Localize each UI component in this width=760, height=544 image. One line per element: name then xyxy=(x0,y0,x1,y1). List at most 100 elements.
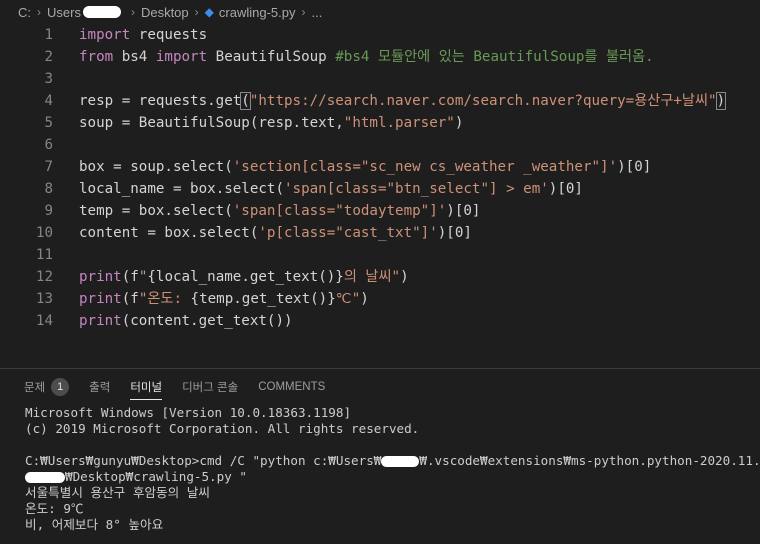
breadcrumb-users[interactable]: Users xyxy=(47,5,81,20)
code-token: resp = requests.get xyxy=(79,93,242,109)
code-text[interactable]: box = soup.select('section[class="sc_new… xyxy=(79,156,651,178)
line-number: 4 xyxy=(44,93,53,109)
tab-terminal[interactable]: 터미널 xyxy=(130,369,162,405)
code-line[interactable]: 7 box = soup.select('section[class="sc_ne… xyxy=(0,156,760,178)
code-line[interactable]: 12 print(f"{local_name.get_text()}의 날씨") xyxy=(0,266,760,288)
code-text[interactable]: print(f"온도: {temp.get_text()}℃") xyxy=(79,288,369,310)
breadcrumb-drive[interactable]: C: xyxy=(18,5,31,20)
redacted-username xyxy=(25,472,65,483)
code-line[interactable]: 9 temp = box.select('span[class="todaytem… xyxy=(0,200,760,222)
code-text[interactable]: content = box.select('p[class="cast_txt"… xyxy=(79,222,472,244)
code-line[interactable]: 13 print(f"온도: {temp.get_text()}℃") xyxy=(0,288,760,310)
tab-debug-console[interactable]: 디버그 콘솔 xyxy=(182,369,238,405)
code-token: {temp.get_text()} xyxy=(190,291,336,307)
tab-label: 터미널 xyxy=(130,382,163,394)
code-line[interactable]: 8 local_name = box.select('span[class="bt… xyxy=(0,178,760,200)
code-token: "온도: xyxy=(138,291,191,307)
code-editor[interactable]: 1 import requests 2 from bs4 import Beautif… xyxy=(0,24,760,364)
terminal-line: C:₩Users₩gunyu₩Desktop>cmd /C "python c:… xyxy=(25,453,760,469)
code-token: (f xyxy=(121,269,139,285)
code-line[interactable]: 4 resp = requests.get("https://search.nav… xyxy=(0,90,760,112)
code-token: 'p[class="cast_txt"]' xyxy=(258,225,438,241)
tab-label: 디버그 콘솔 xyxy=(182,382,239,394)
code-token: soup = BeautifulSoup(resp.text, xyxy=(79,115,344,131)
code-token: "https://search.naver.com/search.naver?q… xyxy=(249,93,717,109)
code-line[interactable]: 5 soup = BeautifulSoup(resp.text,"html.pa… xyxy=(0,112,760,134)
line-number: 9 xyxy=(44,203,53,219)
line-number: 10 xyxy=(35,225,53,241)
terminal-line: ₩Desktop₩crawling-5.py " xyxy=(25,469,760,485)
code-token: import xyxy=(79,27,131,43)
code-token: local_name = box.select( xyxy=(79,181,284,197)
code-line[interactable]: 1 import requests xyxy=(0,24,760,46)
tab-output[interactable]: 출력 xyxy=(89,369,110,405)
code-token: (f xyxy=(121,291,139,307)
problems-count-badge: 1 xyxy=(51,378,70,396)
line-number: 13 xyxy=(35,291,53,307)
code-token: )[0] xyxy=(437,225,472,241)
code-token: temp = box.select( xyxy=(79,203,233,219)
line-number: 8 xyxy=(44,181,53,197)
terminal-text: 서울특별시 용산구 후암동의 날씨 xyxy=(25,485,210,500)
code-text[interactable]: print(f"{local_name.get_text()}의 날씨") xyxy=(79,266,409,288)
terminal-output[interactable]: Microsoft Windows [Version 10.0.18363.11… xyxy=(25,405,760,544)
chevron-right-icon: › xyxy=(130,5,135,19)
line-number: 7 xyxy=(44,159,53,175)
code-token: print xyxy=(79,269,122,285)
terminal-text: (c) 2019 Microsoft Corporation. All righ… xyxy=(25,421,420,436)
code-text[interactable]: local_name = box.select('span[class="btn… xyxy=(79,178,583,200)
code-token: 'span[class="btn_select"] > em' xyxy=(284,181,549,197)
code-line[interactable]: 6 xyxy=(0,134,760,156)
code-line[interactable]: 3 xyxy=(0,68,760,90)
tab-problems[interactable]: 문제 1 xyxy=(24,369,70,405)
tab-comments[interactable]: COMMENTS xyxy=(258,369,325,405)
terminal-line: (c) 2019 Microsoft Corporation. All righ… xyxy=(25,421,760,437)
code-text[interactable]: temp = box.select('span[class="todaytemp… xyxy=(79,200,480,222)
code-token: )[0] xyxy=(446,203,481,219)
code-line[interactable]: 14 print(content.get_text()) xyxy=(0,310,760,332)
breadcrumb-more[interactable]: ... xyxy=(311,5,322,20)
code-line[interactable]: 2 from bs4 import BeautifulSoup #bs4 모듈안에… xyxy=(0,46,760,68)
chevron-right-icon: › xyxy=(37,5,41,19)
line-number: 3 xyxy=(44,71,53,87)
terminal-text: 비, 어제보다 8° 높아요 xyxy=(25,517,164,532)
code-token: BeautifulSoup xyxy=(207,49,336,65)
code-text[interactable]: soup = BeautifulSoup(resp.text,"html.par… xyxy=(79,112,463,134)
code-token: "html.parser" xyxy=(343,115,455,131)
code-token: 'span[class="todaytemp"]' xyxy=(232,203,447,219)
tab-label: 출력 xyxy=(89,382,111,394)
chevron-right-icon: › xyxy=(194,5,199,19)
code-token: import xyxy=(155,49,208,65)
line-number: 14 xyxy=(35,313,53,329)
code-token: ) xyxy=(715,92,727,110)
terminal-line: 온도: 9℃ xyxy=(25,501,760,517)
breadcrumb-desktop[interactable]: Desktop xyxy=(141,5,189,20)
code-text[interactable]: print(content.get_text()) xyxy=(79,310,293,332)
code-line[interactable]: 10 content = box.select('p[class="cast_tx… xyxy=(0,222,760,244)
code-token: 의 날씨" xyxy=(343,269,401,285)
line-number: 11 xyxy=(35,247,53,263)
terminal-text: ₩.vscode₩extensions₩ms-python.python-202… xyxy=(419,453,760,468)
tab-label: COMMENTS xyxy=(258,381,326,393)
code-token: ) xyxy=(454,115,464,131)
redacted-username xyxy=(381,456,420,467)
code-text[interactable]: import requests xyxy=(79,24,207,46)
line-number: 6 xyxy=(44,137,53,153)
terminal-line: 비, 어제보다 8° 높아요 xyxy=(25,517,760,533)
code-line[interactable]: 11 xyxy=(0,244,760,266)
redacted-username xyxy=(82,6,121,18)
code-token: print xyxy=(79,313,122,329)
terminal-text: Microsoft Windows [Version 10.0.18363.11… xyxy=(25,405,352,420)
breadcrumb-file[interactable]: crawling-5.py xyxy=(219,5,296,20)
code-text[interactable]: from bs4 import BeautifulSoup #bs4 모듈안에 … xyxy=(79,46,654,68)
code-token: )[0] xyxy=(548,181,583,197)
code-token: 'section[class="sc_new cs_weather _weath… xyxy=(232,159,618,175)
code-token: {local_name.get_text()} xyxy=(147,269,344,285)
code-token: from xyxy=(79,49,114,65)
terminal-text: ₩Desktop₩crawling-5.py " xyxy=(65,469,247,484)
line-number: 12 xyxy=(35,269,53,285)
code-token: box = soup.select( xyxy=(79,159,233,175)
code-text[interactable]: resp = requests.get("https://search.nave… xyxy=(79,90,727,112)
code-token: (content.get_text()) xyxy=(121,313,293,329)
